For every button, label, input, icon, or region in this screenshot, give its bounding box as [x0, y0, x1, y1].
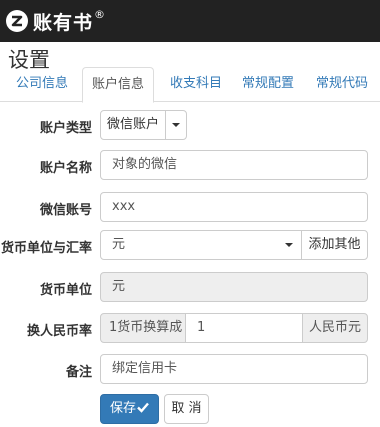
rmb-rate-label: 换人民币率 [26, 324, 92, 339]
tab-general-code[interactable]: 常规代码 [306, 67, 378, 102]
logo-text: 账有书 [33, 11, 94, 34]
checkmark-icon [137, 402, 149, 413]
account-type-select[interactable]: 微信账户 [100, 110, 166, 140]
rmb-rate-suffix: 人民币元 [302, 313, 368, 343]
tab-income-expense[interactable]: 收支科目 [156, 67, 236, 102]
app-logo[interactable]: 账有书 ® [6, 7, 105, 35]
currency-unit-field: 元 [100, 272, 368, 302]
tab-general-config[interactable]: 常规配置 [232, 67, 304, 102]
account-name-input[interactable]: 对象的微信 [100, 150, 368, 180]
registered-mark: ® [94, 7, 106, 21]
account-name-label: 账户名称 [39, 161, 92, 176]
tab-account-info[interactable]: 账户信息 [82, 67, 154, 103]
chevron-down-icon [172, 122, 180, 127]
note-label: 备注 [65, 365, 92, 380]
currency-select[interactable]: 元 [100, 230, 302, 260]
currency-select-value: 元 [112, 237, 126, 252]
save-button[interactable]: 保存 [100, 394, 159, 424]
top-bar: 账有书 ® [0, 0, 380, 42]
note-input[interactable]: 绑定信用卡 [100, 354, 368, 384]
add-other-currency-button[interactable]: 添加其他 [301, 230, 368, 260]
tab-company-info[interactable]: 公司信息 [0, 67, 84, 102]
wechat-account-label: 微信账号 [39, 203, 92, 218]
rmb-rate-prefix: 1货币换算成 [100, 313, 186, 343]
currency-rate-label: 货币单位与汇率 [0, 241, 92, 256]
tab-bar: 公司信息 账户信息 收支科目 常规配置 常规代码 [0, 67, 380, 103]
save-label: 保存 [109, 401, 136, 416]
rmb-rate-input[interactable]: 1 [185, 313, 303, 343]
chevron-down-icon [285, 243, 293, 247]
wechat-account-input[interactable]: xxx [100, 192, 368, 222]
cancel-button[interactable]: 取 消 [164, 394, 209, 424]
logo-icon [6, 10, 28, 32]
account-type-label: 账户类型 [39, 121, 92, 136]
account-type-dropdown-button[interactable] [165, 110, 187, 140]
currency-unit-label: 货币单位 [39, 283, 92, 298]
